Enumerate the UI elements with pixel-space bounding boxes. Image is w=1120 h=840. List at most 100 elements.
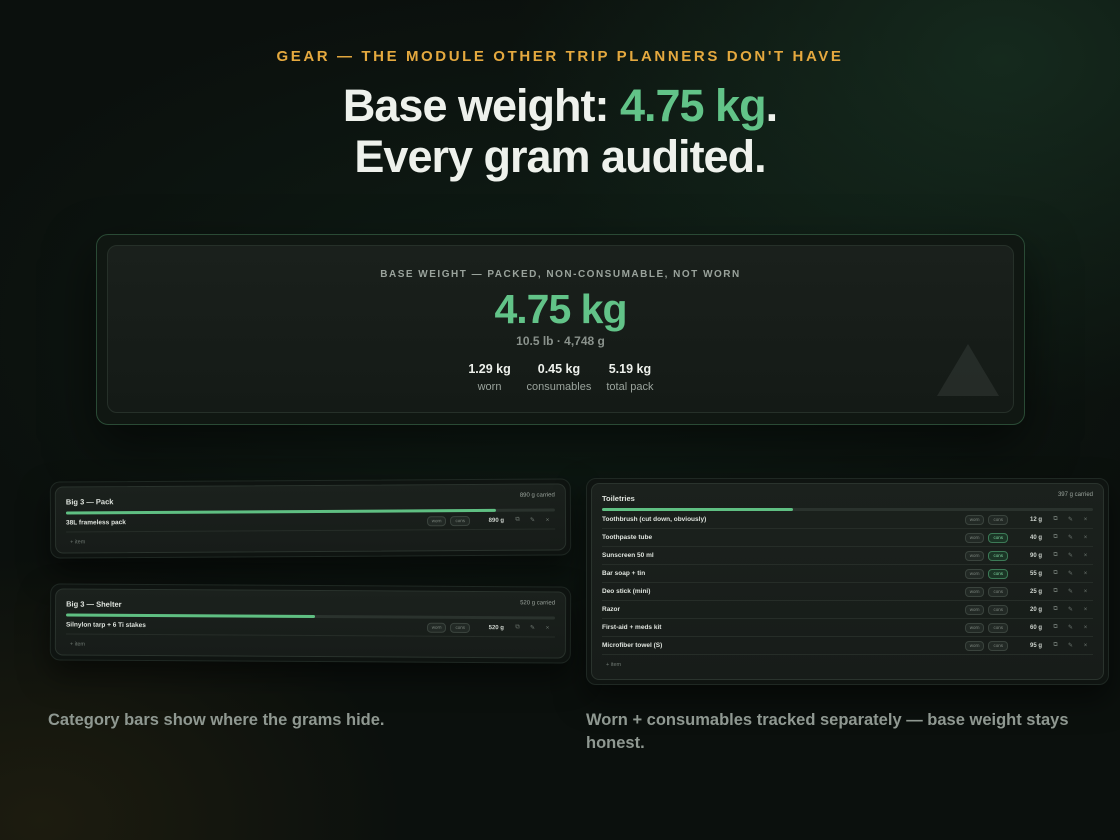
worn-toggle[interactable]: worn: [426, 622, 447, 633]
worn-toggle[interactable]: worn: [964, 604, 985, 615]
base-weight-value: 4.75 kg: [494, 286, 627, 332]
category-card-toiletries: Toiletries 397 g carried Toothbrush (cut…: [591, 483, 1104, 680]
gear-item-row[interactable]: 38L frameless pack worn cons 890 g ⧉ ✎ ×: [65, 511, 556, 533]
item-name: Sunscreen 50 ml: [602, 552, 654, 559]
category-card-shelter: Big 3 — Shelter 520 g carried Silnylon t…: [54, 588, 567, 659]
delete-icon[interactable]: ×: [540, 625, 555, 631]
edit-icon[interactable]: ✎: [1063, 606, 1078, 613]
duplicate-icon[interactable]: ⧉: [1048, 552, 1063, 559]
gear-item-row[interactable]: Sunscreen 50 ml worn cons 90 g ⧉ ✎ ×: [602, 547, 1093, 565]
delete-icon[interactable]: ×: [1078, 643, 1093, 649]
edit-icon[interactable]: ✎: [1063, 516, 1078, 523]
consumable-toggle[interactable]: cons: [988, 568, 1008, 579]
worn-toggle[interactable]: worn: [964, 514, 985, 525]
delete-icon[interactable]: ×: [1078, 553, 1093, 559]
gear-item-row[interactable]: Toothpaste tube worn cons 40 g ⧉ ✎ ×: [602, 529, 1093, 547]
category-title: Big 3 — Shelter: [66, 599, 122, 609]
consumable-toggle[interactable]: cons: [988, 622, 1008, 633]
duplicate-icon[interactable]: ⧉: [1048, 624, 1063, 631]
base-weight-card-frame: BASE WEIGHT — PACKED, NON-CONSUMABLE, NO…: [96, 234, 1025, 425]
caption-left: Category bars show where the grams hide.: [48, 711, 385, 729]
consumable-toggle[interactable]: cons: [988, 550, 1008, 561]
duplicate-icon[interactable]: ⧉: [1048, 642, 1063, 649]
item-name: 38L frameless pack: [66, 519, 126, 527]
worn-toggle[interactable]: worn: [964, 640, 985, 651]
worn-toggle[interactable]: worn: [964, 586, 985, 597]
gear-item-row[interactable]: Microfiber towel (S) worn cons 95 g ⧉ ✎ ×: [602, 637, 1093, 655]
stat-label: worn: [477, 381, 502, 393]
edit-icon[interactable]: ✎: [1063, 624, 1078, 631]
gear-item-row[interactable]: Silnylon tarp + 6 Ti stakes worn cons 52…: [65, 616, 556, 638]
consumable-toggle[interactable]: cons: [450, 515, 471, 526]
add-item-button[interactable]: + item: [66, 635, 555, 658]
stat-label: consumables: [526, 381, 592, 393]
consumable-toggle[interactable]: cons: [988, 532, 1008, 543]
consumable-toggle[interactable]: cons: [988, 514, 1008, 525]
duplicate-icon[interactable]: ⧉: [1048, 516, 1063, 523]
worn-toggle[interactable]: worn: [964, 568, 985, 579]
category-carried: 520 g carried: [520, 600, 556, 607]
category-header: Toiletries 397 g carried: [602, 484, 1093, 506]
edit-icon[interactable]: ✎: [525, 517, 540, 524]
delete-icon[interactable]: ×: [1078, 535, 1093, 541]
consumable-toggle[interactable]: cons: [988, 640, 1008, 651]
add-item-button[interactable]: + item: [66, 530, 555, 553]
category-card-pack: Big 3 — Pack 890 g carried 38L frameless…: [54, 483, 567, 554]
consumable-toggle[interactable]: cons: [450, 622, 471, 633]
item-name: Microfiber towel (S): [602, 642, 663, 649]
duplicate-icon[interactable]: ⧉: [1048, 570, 1063, 577]
gear-item-row[interactable]: First-aid + meds kit worn cons 60 g ⧉ ✎ ×: [602, 619, 1093, 637]
edit-icon[interactable]: ✎: [525, 624, 540, 631]
gear-item-row[interactable]: Toothbrush (cut down, obviously) worn cons…: [602, 511, 1093, 529]
gear-item-row[interactable]: Deo stick (mini) worn cons 25 g ⧉ ✎ ×: [602, 583, 1093, 601]
category-frame-shelter: Big 3 — Shelter 520 g carried Silnylon t…: [49, 583, 572, 664]
delete-icon[interactable]: ×: [1078, 589, 1093, 595]
item-weight: 55 g: [1029, 570, 1042, 577]
delete-icon[interactable]: ×: [1078, 625, 1093, 631]
item-name: First-aid + meds kit: [602, 624, 662, 631]
item-weight: 890 g: [488, 517, 505, 524]
item-weight: 520 g: [488, 624, 504, 631]
duplicate-icon[interactable]: ⧉: [1048, 534, 1063, 541]
category-frame-pack: Big 3 — Pack 890 g carried 38L frameless…: [49, 478, 572, 559]
gear-item-row[interactable]: Razor worn cons 20 g ⧉ ✎ ×: [602, 601, 1093, 619]
item-weight: 25 g: [1029, 588, 1042, 595]
duplicate-icon[interactable]: ⧉: [510, 517, 525, 524]
worn-toggle[interactable]: worn: [964, 550, 985, 561]
add-item-button[interactable]: + item: [602, 655, 1093, 675]
item-name: Silnylon tarp + 6 Ti stakes: [65, 621, 146, 629]
edit-icon[interactable]: ✎: [1063, 552, 1078, 559]
stat-value: 0.45 kg: [537, 362, 581, 376]
duplicate-icon[interactable]: ⧉: [510, 624, 525, 631]
worn-toggle[interactable]: worn: [964, 622, 985, 633]
headline-suffix: .: [765, 80, 778, 131]
duplicate-icon[interactable]: ⧉: [1048, 588, 1063, 595]
delete-icon[interactable]: ×: [540, 517, 555, 523]
edit-icon[interactable]: ✎: [1063, 570, 1078, 577]
delete-icon[interactable]: ×: [1078, 607, 1093, 613]
worn-toggle[interactable]: worn: [964, 532, 985, 543]
consumable-toggle[interactable]: cons: [988, 586, 1008, 597]
item-weight: 12 g: [1029, 516, 1042, 523]
edit-icon[interactable]: ✎: [1063, 534, 1078, 541]
edit-icon[interactable]: ✎: [1063, 642, 1078, 649]
item-weight: 20 g: [1029, 606, 1042, 613]
edit-icon[interactable]: ✎: [1063, 588, 1078, 595]
delete-icon[interactable]: ×: [1078, 517, 1093, 523]
gear-item-row[interactable]: Bar soap + tin worn cons 55 g ⧉ ✎ ×: [602, 565, 1093, 583]
base-weight-conversion: 10.5 lb · 4,748 g: [516, 334, 605, 348]
delete-icon[interactable]: ×: [1078, 571, 1093, 577]
item-name: Razor: [602, 606, 621, 613]
consumable-toggle[interactable]: cons: [988, 604, 1008, 615]
stat-label: total pack: [606, 381, 654, 393]
duplicate-icon[interactable]: ⧉: [1048, 606, 1063, 613]
worn-toggle[interactable]: worn: [426, 515, 447, 526]
category-carried: 890 g carried: [519, 492, 555, 499]
stat-value: 5.19 kg: [608, 362, 652, 376]
item-list: Toothbrush (cut down, obviously) worn cons…: [602, 511, 1093, 655]
item-weight: 40 g: [1029, 534, 1042, 541]
category-frame-toiletries: Toiletries 397 g carried Toothbrush (cut…: [586, 478, 1109, 685]
stat-consumables: 0.45 kg consumables: [527, 362, 592, 393]
item-name: Bar soap + tin: [602, 570, 646, 577]
tent-icon: [937, 344, 999, 396]
